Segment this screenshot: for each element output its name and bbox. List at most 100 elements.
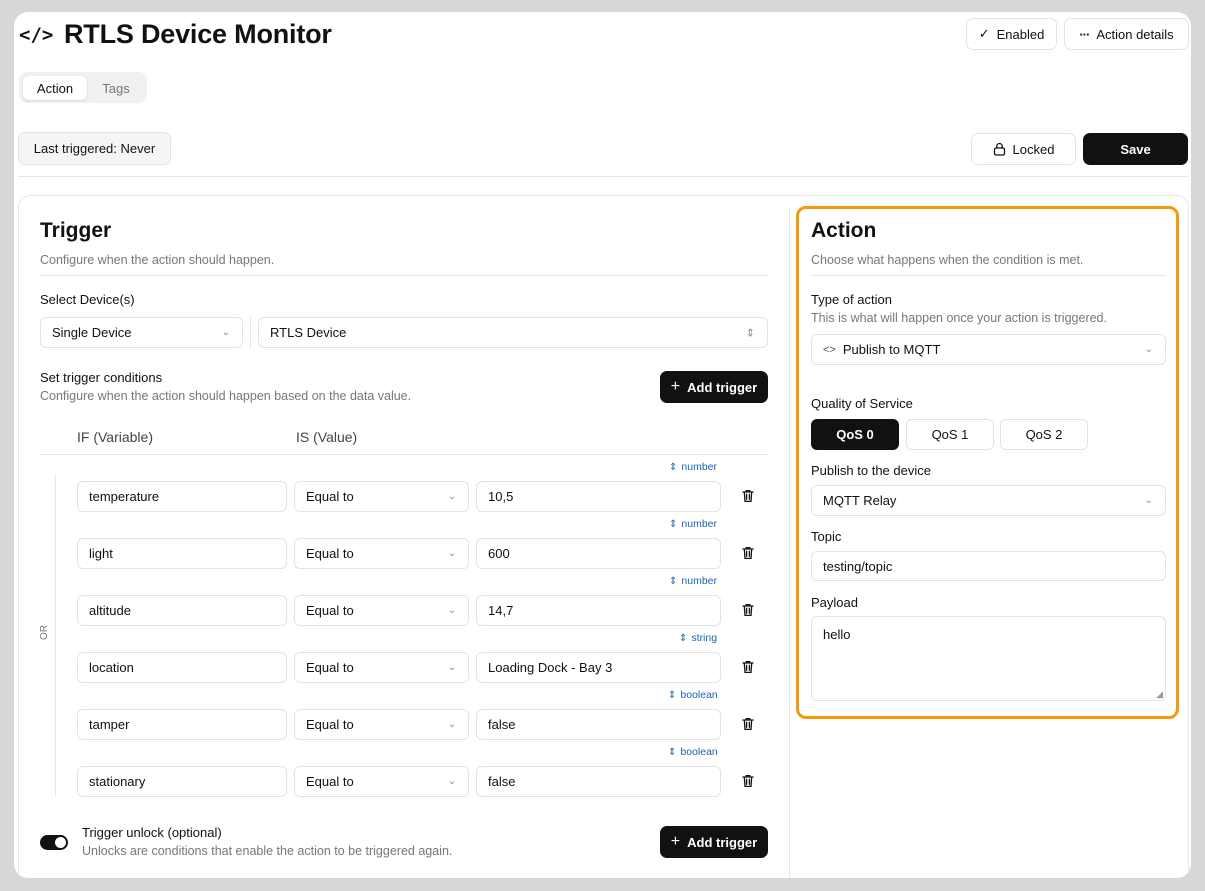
unlock-toggle[interactable] <box>40 835 68 850</box>
more-icon: ··· <box>1079 26 1090 42</box>
type-badge-label: number <box>681 575 717 587</box>
last-triggered-text: Last triggered: Never <box>33 141 156 156</box>
operator-select[interactable]: Equal to ⌄ <box>294 766 469 797</box>
page-title: RTLS Device Monitor <box>64 19 332 49</box>
trash-icon[interactable] <box>740 773 756 789</box>
type-badge[interactable]: ⇕ number <box>669 575 717 587</box>
operator-value: Equal to <box>306 489 354 504</box>
value-input[interactable]: 600 <box>476 538 721 569</box>
conditions-header-divider <box>40 454 768 455</box>
trash-icon[interactable] <box>740 659 756 675</box>
type-badge[interactable]: ⇕ number <box>669 461 717 473</box>
topic-value: testing/topic <box>823 558 893 574</box>
operator-value: Equal to <box>306 603 354 618</box>
unlock-add-trigger-button[interactable]: + Add trigger <box>660 826 768 858</box>
trash-icon[interactable] <box>740 488 756 504</box>
value-text: Loading Dock - Bay 3 <box>488 660 613 675</box>
publish-device-value: MQTT Relay <box>823 493 897 508</box>
operator-value: Equal to <box>306 774 354 789</box>
trash-icon[interactable] <box>740 716 756 732</box>
variable-value: stationary <box>89 774 146 789</box>
tab-action[interactable]: Action <box>23 76 87 100</box>
type-badge-label: string <box>691 632 718 644</box>
chevron-updown-icon: ⇕ <box>669 518 678 530</box>
type-badge[interactable]: ⇕ boolean <box>668 746 718 758</box>
qos-1-button[interactable]: QoS 1 <box>906 419 994 450</box>
save-button[interactable]: Save <box>1083 133 1188 165</box>
trigger-subtitle: Configure when the action should happen. <box>40 253 275 267</box>
payload-value: hello <box>823 627 851 642</box>
type-badge[interactable]: ⇕ string <box>679 632 717 644</box>
unlock-subtitle: Unlocks are conditions that enable the a… <box>82 844 453 858</box>
topic-label: Topic <box>811 529 842 544</box>
col-if-header: IF (Variable) <box>77 429 153 445</box>
operator-select[interactable]: Equal to ⌄ <box>294 652 469 683</box>
plus-icon: + <box>670 833 681 850</box>
variable-input[interactable]: light <box>77 538 287 569</box>
trash-icon[interactable] <box>740 602 756 618</box>
lock-icon <box>993 142 1005 156</box>
code-icon: <> <box>823 343 836 356</box>
locked-button[interactable]: Locked <box>971 133 1076 165</box>
resize-handle-icon[interactable]: ◢ <box>1156 689 1163 700</box>
value-text: 600 <box>488 546 510 561</box>
action-details-label: Action details <box>1096 26 1174 42</box>
payload-textarea[interactable]: hello ◢ <box>811 616 1166 701</box>
enabled-button[interactable]: ✓ Enabled <box>966 18 1057 50</box>
trigger-divider <box>40 275 768 276</box>
action-divider <box>811 275 1166 276</box>
chevron-down-icon: ⌄ <box>447 547 456 559</box>
code-icon: </> <box>19 24 54 46</box>
header-divider <box>18 176 1189 177</box>
device-value: RTLS Device <box>270 325 347 340</box>
trigger-title: Trigger <box>40 219 112 242</box>
operator-value: Equal to <box>306 717 354 732</box>
action-type-select[interactable]: <> Publish to MQTT ⌄ <box>811 334 1166 365</box>
operator-select[interactable]: Equal to ⌄ <box>294 481 469 512</box>
qos-0-button[interactable]: QoS 0 <box>811 419 899 450</box>
operator-select[interactable]: Equal to ⌄ <box>294 595 469 626</box>
value-input[interactable]: 14,7 <box>476 595 721 626</box>
type-badge[interactable]: ⇕ number <box>669 518 717 530</box>
action-details-button[interactable]: ··· Action details <box>1064 18 1189 50</box>
variable-input[interactable]: stationary <box>77 766 287 797</box>
action-subtitle: Choose what happens when the condition i… <box>811 253 1084 267</box>
qos-label: Quality of Service <box>811 396 913 411</box>
last-triggered-badge: Last triggered: Never <box>18 132 171 165</box>
action-type-value: Publish to MQTT <box>842 342 941 357</box>
locked-label: Locked <box>1012 141 1055 157</box>
variable-value: tamper <box>89 717 130 732</box>
variable-input[interactable]: location <box>77 652 287 683</box>
select-separator <box>250 317 251 348</box>
chevron-down-icon: ⌄ <box>447 490 456 502</box>
variable-input[interactable]: altitude <box>77 595 287 626</box>
chevron-updown-icon: ⇕ <box>669 461 678 473</box>
operator-select[interactable]: Equal to ⌄ <box>294 538 469 569</box>
qos-2-button[interactable]: QoS 2 <box>1000 419 1088 450</box>
add-trigger-button[interactable]: + Add trigger <box>660 371 768 403</box>
enabled-label: Enabled <box>996 26 1045 42</box>
operator-select[interactable]: Equal to ⌄ <box>294 709 469 740</box>
trash-icon[interactable] <box>740 545 756 561</box>
chevron-updown-icon: ⇕ <box>679 632 688 644</box>
value-input[interactable]: 10,5 <box>476 481 721 512</box>
type-badge-label: boolean <box>680 746 718 758</box>
value-input[interactable]: false <box>476 709 721 740</box>
device-select[interactable]: RTLS Device ⇕ <box>258 317 768 348</box>
type-badge[interactable]: ⇕ boolean <box>668 689 718 701</box>
chevron-down-icon: ⌄ <box>1144 343 1153 355</box>
value-input[interactable]: Loading Dock - Bay 3 <box>476 652 721 683</box>
action-title: Action <box>811 219 877 242</box>
value-text: 14,7 <box>488 603 514 618</box>
conditions-title: Set trigger conditions <box>40 370 163 385</box>
value-input[interactable]: false <box>476 766 721 797</box>
variable-input[interactable]: tamper <box>77 709 287 740</box>
topic-input[interactable]: testing/topic <box>811 551 1166 581</box>
device-mode-select[interactable]: Single Device ⌄ <box>40 317 243 348</box>
publish-device-select[interactable]: MQTT Relay ⌄ <box>811 485 1166 516</box>
tab-tags[interactable]: Tags <box>89 76 143 100</box>
chevron-down-icon: ⌄ <box>447 661 456 673</box>
chevron-down-icon: ⌄ <box>1144 494 1153 506</box>
unlock-title: Trigger unlock (optional) <box>82 825 222 840</box>
variable-input[interactable]: temperature <box>77 481 287 512</box>
